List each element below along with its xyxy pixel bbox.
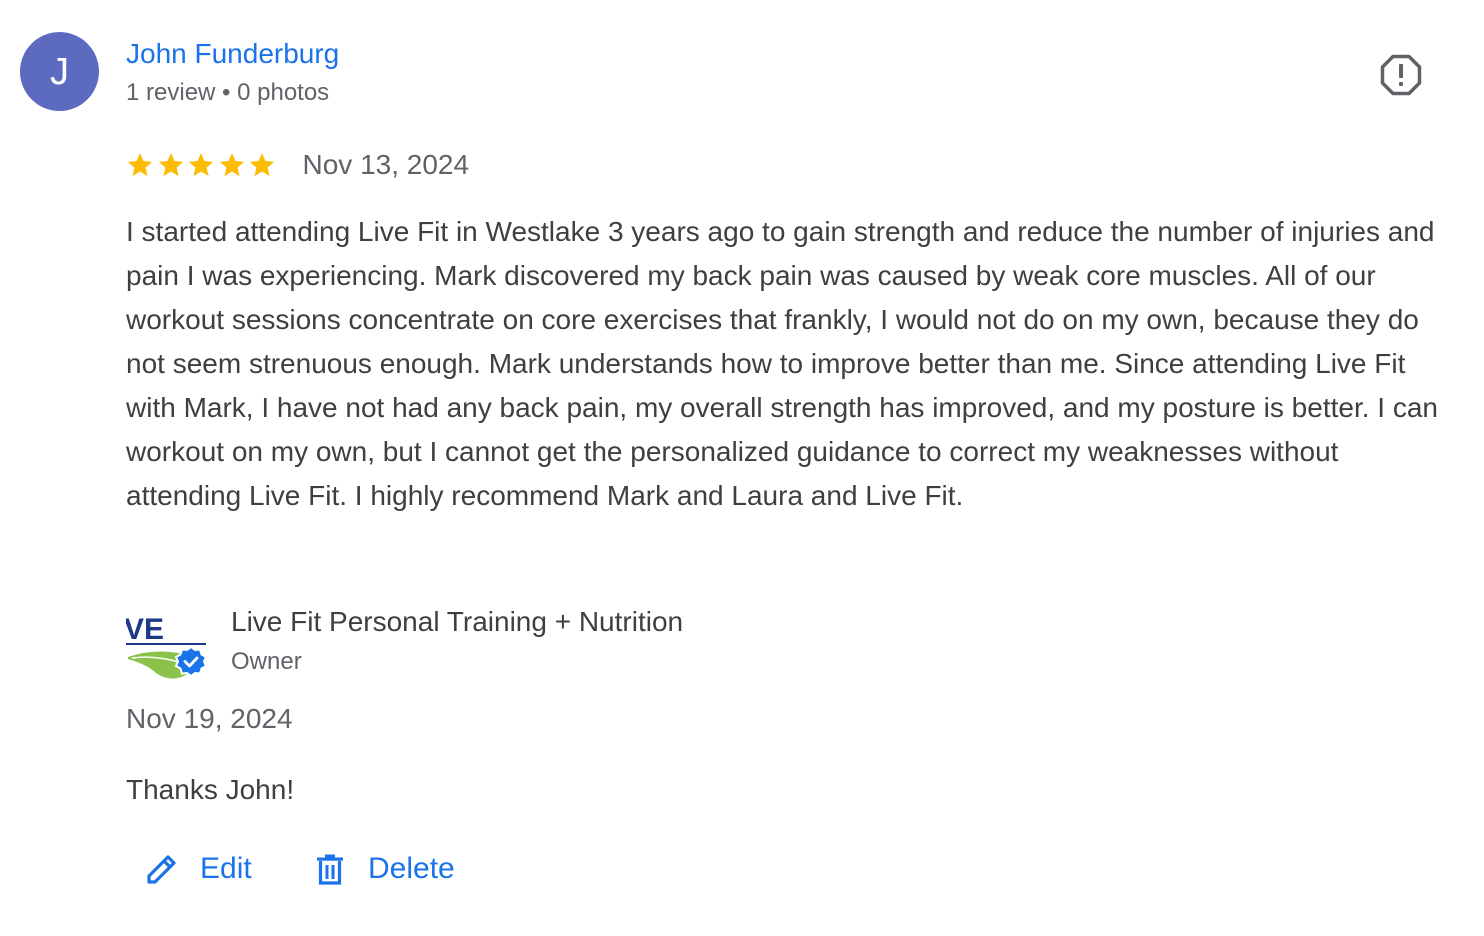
star-icon xyxy=(127,153,153,177)
star-icon xyxy=(158,153,183,177)
delete-reply-button[interactable]: Delete xyxy=(312,846,455,892)
reviewer-avatar[interactable]: J xyxy=(20,32,99,111)
review-text: I started attending Live Fit in Westlake… xyxy=(126,216,1438,511)
reply-text: Thanks John! xyxy=(126,774,295,805)
report-icon xyxy=(1380,54,1422,96)
owner-logo: VE xyxy=(124,603,208,681)
owner-name: Live Fit Personal Training + Nutrition xyxy=(231,606,684,637)
star-icon xyxy=(219,153,244,177)
reviewer-name-link[interactable]: John Funderburg xyxy=(126,36,339,72)
star-icon xyxy=(249,153,275,177)
star-rating xyxy=(126,151,279,179)
avatar-initial: J xyxy=(50,50,69,93)
pencil-icon xyxy=(144,851,180,887)
star-icon xyxy=(188,153,214,177)
owner-role-label: Owner xyxy=(231,648,302,675)
trash-icon xyxy=(312,851,348,887)
report-review-button[interactable] xyxy=(1378,52,1424,98)
review-date: Nov 13, 2024 xyxy=(302,149,470,180)
reply-date: Nov 19, 2024 xyxy=(126,703,293,734)
edit-reply-button[interactable]: Edit xyxy=(144,846,252,892)
delete-label: Delete xyxy=(368,852,455,885)
edit-label: Edit xyxy=(200,852,252,885)
rating-row: Nov 13, 2024 xyxy=(126,146,469,184)
owner-logo-text: VE xyxy=(126,613,164,646)
reviewer-meta: 1 review • 0 photos xyxy=(126,79,330,106)
verified-badge-icon xyxy=(174,645,208,678)
